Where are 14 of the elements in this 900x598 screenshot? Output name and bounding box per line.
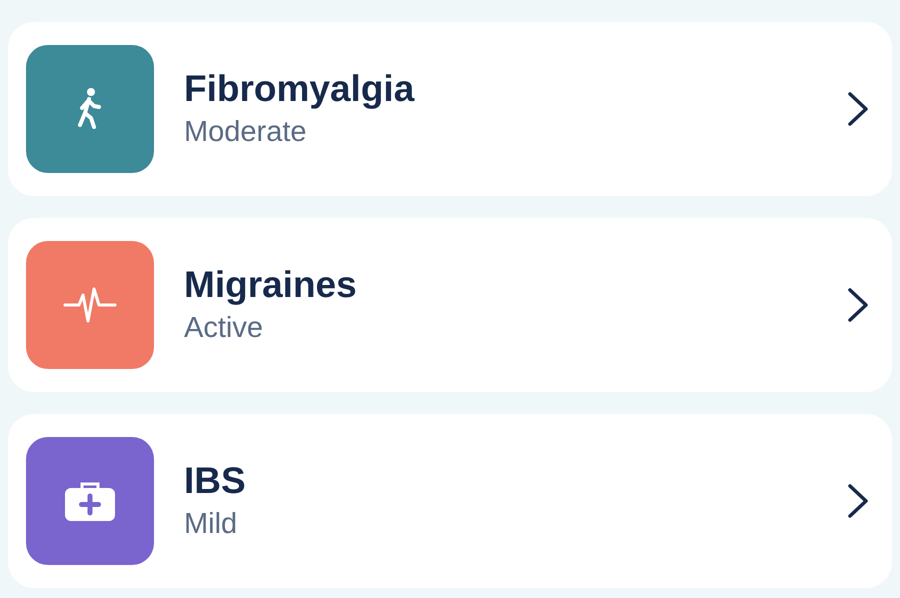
first-aid-kit-icon [64,480,116,522]
chevron-right-icon [846,483,870,519]
condition-card[interactable]: Fibromyalgia Moderate [8,22,892,196]
chevron-right-icon [846,287,870,323]
condition-name: IBS [184,459,247,503]
condition-name: Migraines [184,263,358,307]
condition-status: Mild [184,507,238,542]
chevron-right-icon [846,91,870,127]
condition-card[interactable]: Migraines Active [8,218,892,392]
condition-status: Moderate [184,115,308,150]
condition-card[interactable]: IBS Mild [8,414,892,588]
condition-name: Fibromyalgia [184,67,416,111]
condition-status: Active [184,311,264,346]
heartbeat-icon [63,285,117,325]
